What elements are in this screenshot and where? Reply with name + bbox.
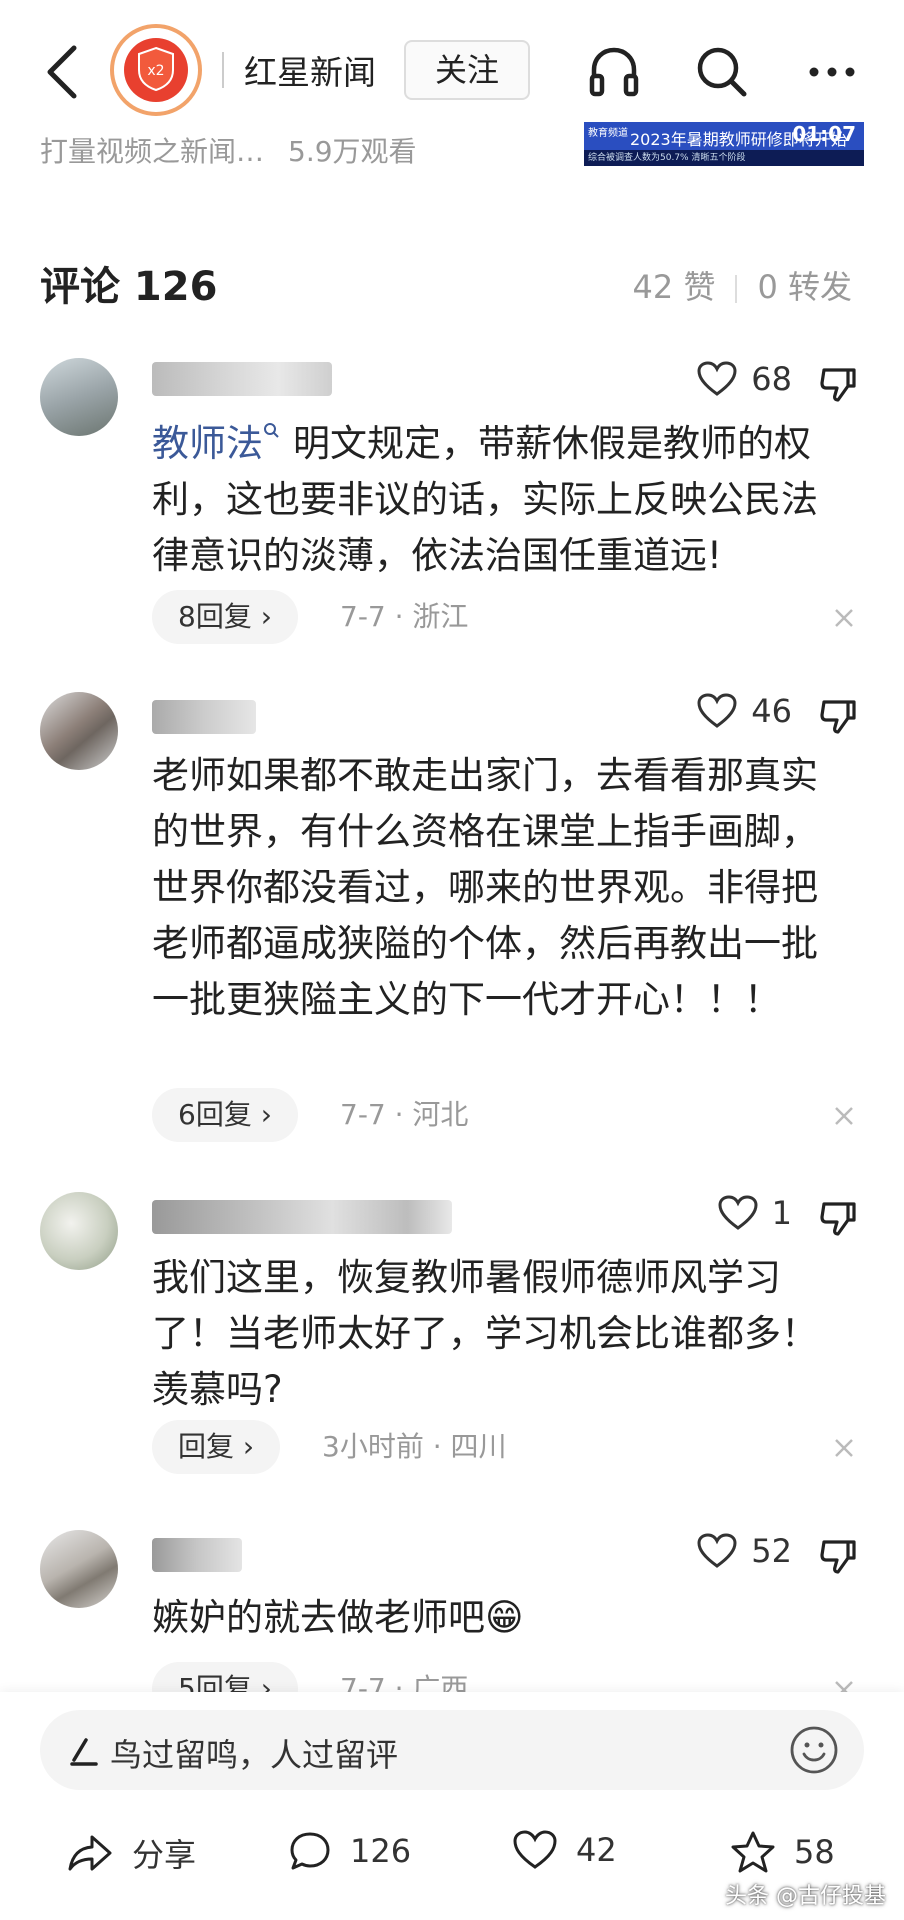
like-count: 68 bbox=[751, 360, 792, 398]
heart-icon bbox=[513, 1830, 557, 1869]
like-button[interactable]: 46 bbox=[697, 692, 792, 730]
like-count: 1 bbox=[771, 1194, 792, 1232]
comment-meta: 3小时前 · 四川 bbox=[322, 1430, 507, 1463]
pen-icon bbox=[70, 1738, 98, 1766]
thumb-tag: 教育频道 bbox=[588, 128, 628, 139]
emoji-icon[interactable] bbox=[788, 1724, 840, 1776]
blurred-username[interactable] bbox=[152, 1200, 452, 1234]
favorite-button[interactable]: 58 bbox=[730, 1830, 835, 1874]
shield-logo-icon: x2 bbox=[138, 46, 174, 92]
favorite-count: 58 bbox=[794, 1833, 835, 1871]
dislike-icon[interactable] bbox=[818, 1536, 858, 1576]
video-info: 打量视频之新闻… 5.9万观看 bbox=[40, 130, 417, 170]
like-count: 42 bbox=[576, 1831, 617, 1869]
close-icon[interactable] bbox=[830, 604, 858, 632]
reply-count-button[interactable]: 回复 › bbox=[152, 1420, 281, 1474]
more-icon[interactable] bbox=[800, 40, 864, 104]
thumb-time: 01:07 bbox=[792, 122, 856, 146]
video-thumbnail[interactable]: 教育频道 2023年暑期教师研修即将开始 01:07 综合被调查人数为50.7%… bbox=[584, 122, 864, 166]
comment-text: 教师法 明文规定，带薪休假是教师的权利，这也要非议的话，实际上反映公民法律意识的淡… bbox=[152, 422, 818, 577]
header-divider bbox=[222, 52, 224, 88]
like-stat: 42 赞 bbox=[632, 268, 716, 306]
avatar[interactable] bbox=[40, 358, 118, 436]
dislike-icon[interactable] bbox=[818, 1198, 858, 1238]
share-label: 分享 bbox=[132, 1836, 197, 1874]
blurred-username[interactable] bbox=[152, 700, 256, 734]
reply-count-button[interactable]: 8回复 › bbox=[152, 590, 298, 644]
view-count: 5.9万观看 bbox=[288, 135, 417, 168]
reply-count-button[interactable]: 6回复 › bbox=[152, 1088, 298, 1142]
comment-icon bbox=[290, 1832, 330, 1870]
blurred-username[interactable] bbox=[152, 1538, 242, 1572]
search-small-icon bbox=[264, 423, 279, 438]
comment-meta: 7-7 · 浙江 bbox=[340, 600, 469, 633]
back-icon[interactable] bbox=[40, 40, 84, 104]
avatar[interactable] bbox=[40, 692, 118, 770]
channel-avatar[interactable]: x2 bbox=[110, 24, 202, 116]
like-button[interactable]: 52 bbox=[697, 1532, 792, 1570]
video-title[interactable]: 打量视频之新闻… bbox=[40, 135, 264, 168]
like-button[interactable]: 1 bbox=[718, 1194, 792, 1232]
heart-icon bbox=[697, 361, 737, 396]
comment-count: 126 bbox=[350, 1832, 412, 1870]
input-placeholder: 鸟过留鸣，人过留评 bbox=[110, 1736, 399, 1774]
watermark: 头条 @古仔投基 bbox=[725, 1884, 886, 1909]
follow-button[interactable]: 关注 bbox=[404, 40, 530, 100]
headphones-icon[interactable] bbox=[582, 40, 646, 104]
comment-text: 嫉妒的就去做老师吧😁 bbox=[152, 1596, 524, 1639]
comment-meta: 7-7 · 河北 bbox=[340, 1098, 469, 1131]
search-icon[interactable] bbox=[690, 40, 754, 104]
blurred-username[interactable] bbox=[152, 362, 332, 396]
star-icon bbox=[731, 1831, 775, 1873]
heart-icon bbox=[718, 1195, 758, 1230]
like-count: 52 bbox=[751, 1532, 792, 1570]
engagement-stats: 42 赞 0 转发 bbox=[633, 262, 852, 308]
heart-icon bbox=[697, 693, 737, 728]
bottom-action-bar: 鸟过留鸣，人过留评 分享 126 42 58 头条 @古仔投基 bbox=[0, 1692, 904, 1920]
heart-icon bbox=[697, 1533, 737, 1568]
close-icon[interactable] bbox=[830, 1102, 858, 1130]
share-button[interactable]: 分享 bbox=[66, 1830, 196, 1876]
comment-button[interactable]: 126 bbox=[288, 1830, 411, 1872]
like-count: 46 bbox=[751, 692, 792, 730]
top-header: x2 红星新闻 关注 打量视频之新闻… 5.9万观看 教育频道 2023年暑期教师… bbox=[0, 0, 904, 180]
comment-input[interactable]: 鸟过留鸣，人过留评 bbox=[40, 1710, 864, 1790]
keyword-link[interactable]: 教师法 bbox=[152, 422, 263, 465]
close-icon[interactable] bbox=[830, 1434, 858, 1462]
thumb-ticker: 综合被调查人数为50.7% 清晰五个阶段 bbox=[584, 150, 864, 166]
dislike-icon[interactable] bbox=[818, 364, 858, 404]
dislike-icon[interactable] bbox=[818, 696, 858, 736]
comment-text: 老师如果都不敢走出家门，去看看那真实的世界，有什么资格在课堂上指手画脚，世界你都… bbox=[152, 754, 818, 1021]
comments-title: 评论 126 bbox=[40, 264, 218, 310]
comment-text: 我们这里，恢复教师暑假师德师风学习了！当老师太好了，学习机会比谁都多！羡慕吗? bbox=[152, 1256, 818, 1411]
share-icon bbox=[68, 1835, 112, 1871]
channel-name[interactable]: 红星新闻 bbox=[244, 46, 376, 94]
avatar[interactable] bbox=[40, 1192, 118, 1270]
like-button[interactable]: 68 bbox=[697, 360, 792, 398]
share-stat: 0 转发 bbox=[757, 268, 852, 306]
svg-text:x2: x2 bbox=[147, 63, 164, 79]
like-post-button[interactable]: 42 bbox=[512, 1830, 617, 1870]
avatar[interactable] bbox=[40, 1530, 118, 1608]
